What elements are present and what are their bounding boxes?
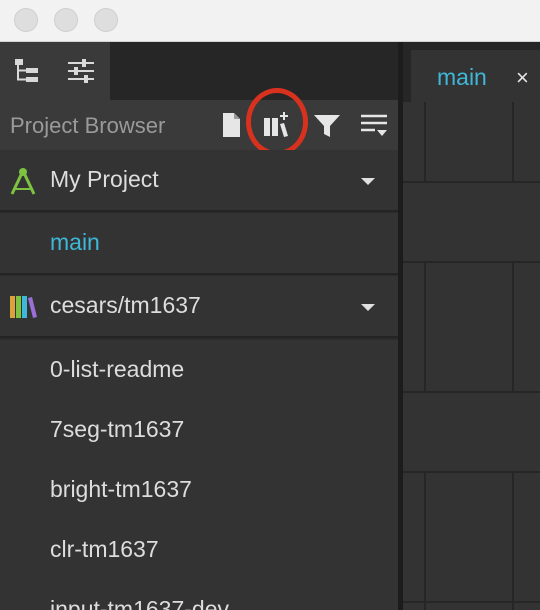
highlight-circle	[246, 88, 308, 156]
sidebar-tab-project[interactable]	[0, 42, 110, 100]
sliders-icon[interactable]	[66, 56, 96, 86]
list-item[interactable]: input-tm1637-dev	[0, 580, 398, 610]
minimize-window-button[interactable]	[54, 8, 78, 32]
file-row-main[interactable]: main	[0, 213, 398, 275]
editor-tab-bar: main ×	[403, 42, 540, 102]
project-compass-icon	[10, 168, 36, 195]
library-name: cesars/tm1637	[50, 292, 201, 318]
list-item[interactable]: bright-tm1637	[0, 460, 398, 520]
list-menu-icon[interactable]	[359, 110, 389, 140]
grid-background	[403, 102, 540, 610]
project-name: My Project	[50, 166, 159, 192]
editor-canvas[interactable]	[403, 102, 540, 610]
list-item-label: clr-tm1637	[50, 536, 159, 562]
chevron-down-icon[interactable]	[361, 304, 375, 311]
close-icon[interactable]: ×	[516, 65, 529, 91]
list-item[interactable]: 0-list-readme	[0, 340, 398, 400]
list-item-label: bright-tm1637	[50, 476, 192, 502]
list-item-label: 7seg-tm1637	[50, 416, 185, 442]
close-window-button[interactable]	[14, 8, 38, 32]
project-row[interactable]: My Project	[0, 150, 398, 212]
library-books-icon	[10, 296, 37, 318]
chevron-down-icon[interactable]	[361, 178, 375, 185]
file-name-main: main	[50, 229, 100, 255]
maximize-window-button[interactable]	[94, 8, 118, 32]
filter-icon[interactable]	[312, 110, 342, 140]
new-file-icon[interactable]	[216, 110, 246, 140]
list-item[interactable]: clr-tm1637	[0, 520, 398, 580]
hierarchy-tree-icon[interactable]	[12, 56, 42, 86]
list-item[interactable]: 7seg-tm1637	[0, 400, 398, 460]
tab-label: main	[437, 64, 487, 90]
project-browser-header: Project Browser	[0, 100, 398, 150]
sidebar-toolbar	[0, 42, 398, 100]
project-browser-title: Project Browser	[10, 113, 166, 138]
tab-main[interactable]: main ×	[411, 50, 540, 102]
list-item-label: input-tm1637-dev	[50, 596, 229, 610]
window-titlebar	[0, 0, 540, 42]
library-row[interactable]: cesars/tm1637	[0, 276, 398, 338]
list-item-label: 0-list-readme	[50, 356, 185, 382]
